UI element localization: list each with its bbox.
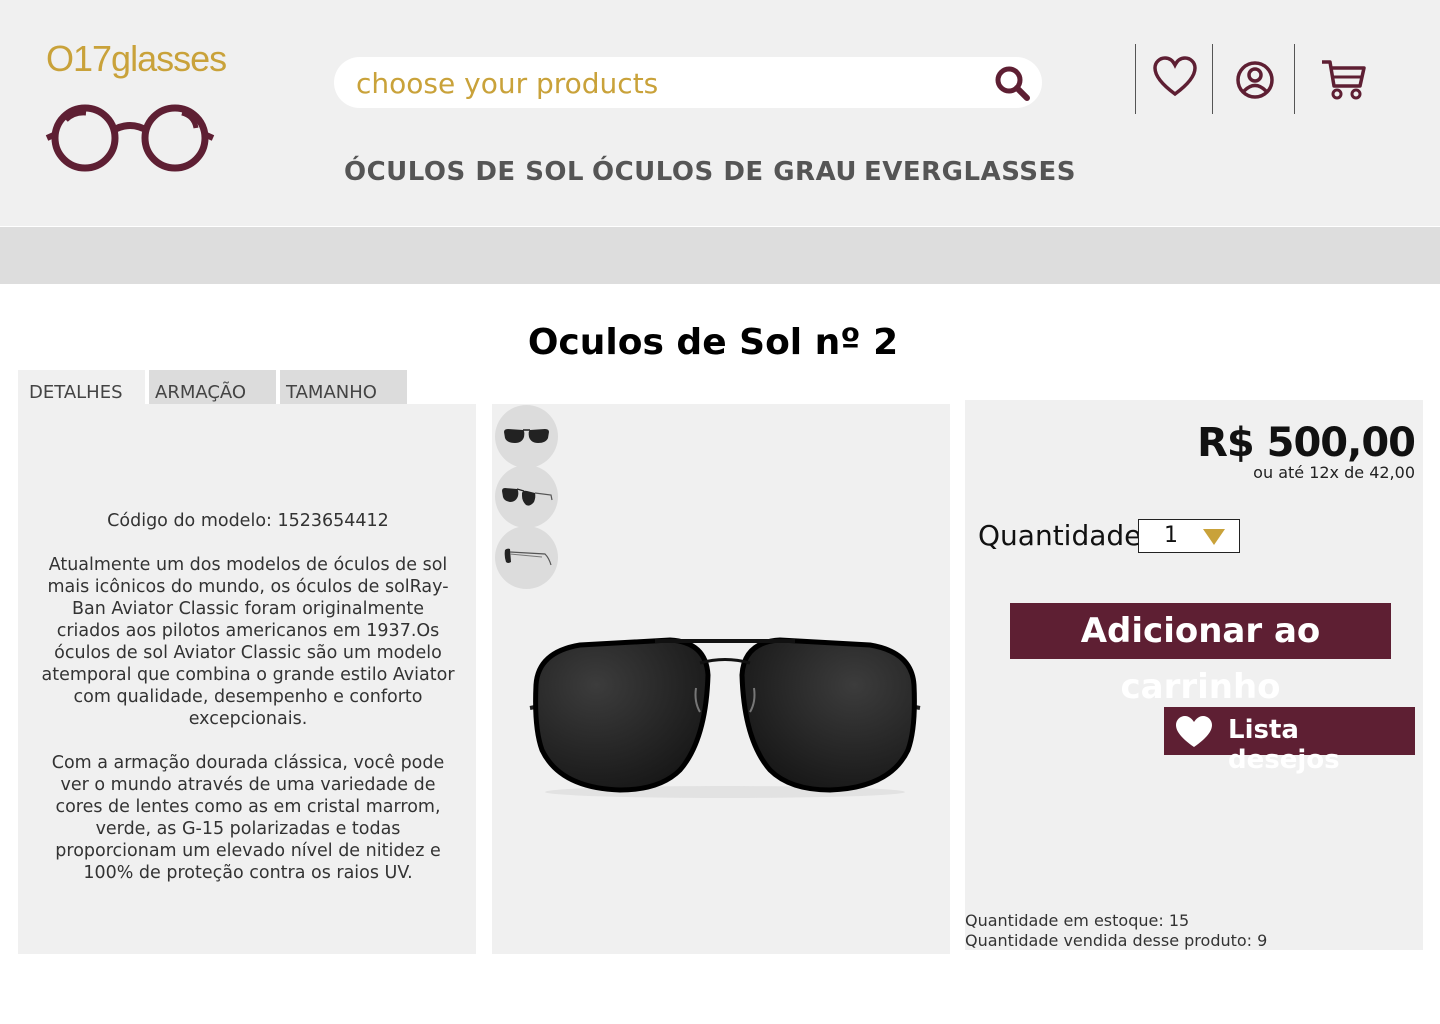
search-icon[interactable] <box>992 63 1032 103</box>
secondary-bar <box>0 227 1440 284</box>
stock-quantity: Quantidade em estoque: 15 <box>965 911 1190 930</box>
description-text: Código do modelo: 1523654412 Atualmente … <box>38 510 458 906</box>
divider <box>1294 44 1295 114</box>
search-input[interactable] <box>354 63 978 103</box>
quantity-label: Quantidade: <box>978 519 1151 552</box>
description-panel: Código do modelo: 1523654412 Atualmente … <box>18 404 476 954</box>
nav-oculos-de-sol[interactable]: ÓCULOS DE SOL <box>344 157 584 187</box>
model-code: Código do modelo: 1523654412 <box>107 511 389 531</box>
price: R$ 500,00 <box>1197 420 1416 466</box>
sunglasses-side-icon <box>504 548 552 566</box>
header: O17glasses ÓCULOS DE SOL ÓCULOS DE GRAU … <box>0 0 1440 226</box>
divider <box>1135 44 1136 114</box>
add-to-cart-button[interactable]: Adicionar ao carrinho <box>1010 603 1391 707</box>
nav-oculos-de-grau[interactable]: ÓCULOS DE GRAU <box>592 157 857 187</box>
description-paragraph: Atualmente um dos modelos de óculos de s… <box>41 555 455 729</box>
dropdown-arrow-icon[interactable] <box>1203 529 1225 545</box>
logo-glasses-icon[interactable] <box>44 98 216 174</box>
sunglasses-angle-icon <box>502 488 553 506</box>
wishlist-button[interactable]: Lista desejos <box>1164 707 1415 775</box>
heart-icon <box>1176 716 1212 747</box>
logo-text[interactable]: O17glasses <box>46 38 227 80</box>
user-icon[interactable] <box>1235 60 1275 100</box>
search-bar[interactable] <box>334 57 1042 108</box>
sold-quantity: Quantidade vendida desse produto: 9 <box>965 931 1268 950</box>
product-image-sunglasses <box>529 637 921 798</box>
sunglasses-front-icon <box>504 429 549 443</box>
thumbnail-angle[interactable] <box>495 465 558 528</box>
thumbnail-front[interactable] <box>495 405 558 468</box>
nav-everglasses[interactable]: EVERGLASSES <box>864 157 1076 187</box>
installments: ou até 12x de 42,00 <box>1253 463 1415 482</box>
tab-armacao[interactable]: ARMAÇÃO <box>149 370 276 404</box>
cart-icon[interactable] <box>1320 58 1366 102</box>
product-title: Oculos de Sol nº 2 <box>527 322 899 363</box>
description-paragraph: Com a armação dourada clássica, você pod… <box>51 753 445 883</box>
thumbnail-side[interactable] <box>495 526 558 589</box>
wishlist-label: Lista desejos <box>1228 715 1340 775</box>
divider <box>1212 44 1213 114</box>
heart-icon[interactable] <box>1152 56 1198 98</box>
quantity-value: 1 <box>1164 523 1178 548</box>
quantity-select[interactable]: 1 <box>1138 519 1240 553</box>
tab-detalhes[interactable]: DETALHES <box>18 370 145 404</box>
tab-tamanho[interactable]: TAMANHO <box>280 370 407 404</box>
